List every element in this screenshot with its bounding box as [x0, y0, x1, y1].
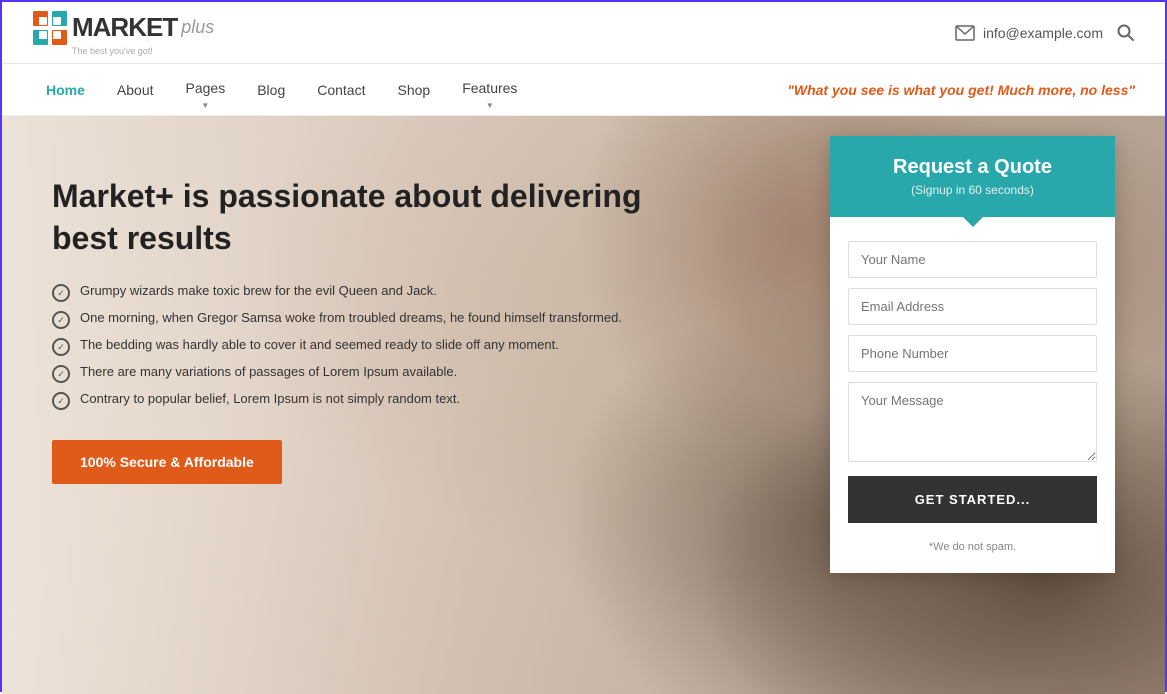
nav-bar: Home About Pages▼ Blog Contact Shop Feat… [2, 64, 1165, 116]
hero-bullets: ✓ Grumpy wizards make toxic brew for the… [52, 283, 662, 410]
no-spam-text: *We do not spam. [848, 533, 1097, 557]
logo-main: MARKETplus [32, 10, 214, 46]
envelope-icon [955, 25, 975, 41]
hero-content: Market+ is passionate about delivering b… [2, 116, 702, 524]
search-icon[interactable] [1117, 24, 1135, 42]
nav-item-shop[interactable]: Shop [383, 68, 444, 112]
top-right: info@example.com [955, 24, 1135, 42]
logo-tagline: The best you've got! [72, 46, 153, 56]
nav-links: Home About Pages▼ Blog Contact Shop Feat… [32, 66, 531, 114]
list-item: ✓ There are many variations of passages … [52, 364, 662, 383]
quote-header: Request a Quote (Signup in 60 seconds) [830, 136, 1115, 217]
list-item: ✓ One morning, when Gregor Samsa woke fr… [52, 310, 662, 329]
get-started-button[interactable]: GET STARTED... [848, 476, 1097, 523]
chevron-down-icon: ▼ [201, 101, 209, 110]
chevron-down-icon-2: ▼ [486, 101, 494, 110]
quote-title: Request a Quote [850, 156, 1095, 179]
logo-market-text: MARKET [72, 12, 177, 43]
logo-icon [32, 10, 68, 46]
bullet-text-4: There are many variations of passages of… [80, 364, 457, 379]
email-address: info@example.com [983, 25, 1103, 41]
top-bar: MARKETplus The best you've got! info@exa… [2, 2, 1165, 64]
logo-plus-text: plus [181, 17, 214, 38]
list-item: ✓ Grumpy wizards make toxic brew for the… [52, 283, 662, 302]
bullet-text-3: The bedding was hardly able to cover it … [80, 337, 559, 352]
list-item: ✓ Contrary to popular belief, Lorem Ipsu… [52, 391, 662, 410]
logo-area: MARKETplus The best you've got! [32, 10, 214, 56]
check-icon: ✓ [52, 365, 70, 383]
quote-subtitle: (Signup in 60 seconds) [850, 183, 1095, 197]
nav-item-home[interactable]: Home [32, 68, 99, 112]
phone-input[interactable] [848, 335, 1097, 372]
nav-item-features[interactable]: Features▼ [448, 66, 531, 114]
quote-form: Request a Quote (Signup in 60 seconds) G… [830, 136, 1115, 573]
nav-item-blog[interactable]: Blog [243, 68, 299, 112]
hero-section: Market+ is passionate about delivering b… [2, 116, 1165, 694]
nav-tagline: "What you see is what you get! Much more… [787, 82, 1135, 98]
check-icon: ✓ [52, 284, 70, 302]
bullet-text-5: Contrary to popular belief, Lorem Ipsum … [80, 391, 460, 406]
check-icon: ✓ [52, 338, 70, 356]
nav-item-contact[interactable]: Contact [303, 68, 379, 112]
message-textarea[interactable] [848, 382, 1097, 462]
nav-item-about[interactable]: About [103, 68, 168, 112]
email-area: info@example.com [955, 25, 1103, 41]
hero-title: Market+ is passionate about delivering b… [52, 176, 662, 259]
check-icon: ✓ [52, 311, 70, 329]
bullet-text-2: One morning, when Gregor Samsa woke from… [80, 310, 622, 325]
nav-item-pages[interactable]: Pages▼ [172, 66, 240, 114]
quote-body: GET STARTED... *We do not spam. [830, 217, 1115, 573]
bullet-text-1: Grumpy wizards make toxic brew for the e… [80, 283, 437, 298]
email-input[interactable] [848, 288, 1097, 325]
cta-button[interactable]: 100% Secure & Affordable [52, 440, 282, 484]
list-item: ✓ The bedding was hardly able to cover i… [52, 337, 662, 356]
check-icon: ✓ [52, 392, 70, 410]
name-input[interactable] [848, 241, 1097, 278]
